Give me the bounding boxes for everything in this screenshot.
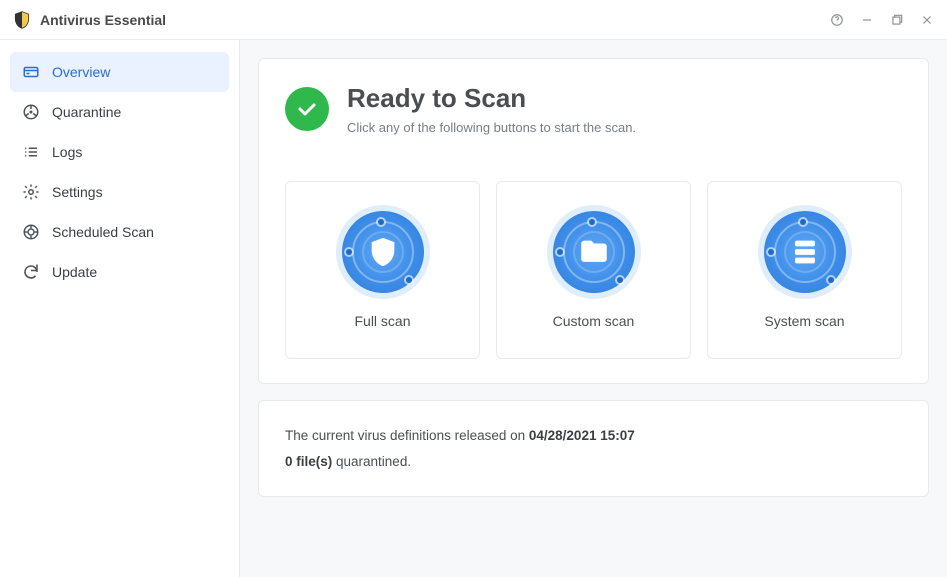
update-icon bbox=[22, 263, 40, 281]
sidebar: Overview Quarantine Logs Settings bbox=[0, 40, 240, 577]
status-check-icon bbox=[285, 87, 329, 131]
sidebar-item-label: Update bbox=[52, 264, 97, 280]
system-scan-button[interactable]: System scan bbox=[707, 181, 902, 359]
app-shield-icon bbox=[12, 10, 32, 30]
sidebar-item-label: Settings bbox=[52, 184, 103, 200]
custom-scan-button[interactable]: Custom scan bbox=[496, 181, 691, 359]
sidebar-item-settings[interactable]: Settings bbox=[10, 172, 229, 212]
quarantine-line: 0 file(s) quarantined. bbox=[285, 449, 902, 475]
overview-icon bbox=[22, 63, 40, 81]
sidebar-item-update[interactable]: Update bbox=[10, 252, 229, 292]
info-card: The current virus definitions released o… bbox=[258, 400, 929, 497]
window-controls bbox=[829, 12, 935, 28]
status-card: Ready to Scan Click any of the following… bbox=[258, 58, 929, 384]
settings-icon bbox=[22, 183, 40, 201]
titlebar: Antivirus Essential bbox=[0, 0, 947, 40]
sidebar-item-label: Scheduled Scan bbox=[52, 224, 154, 240]
sidebar-item-quarantine[interactable]: Quarantine bbox=[10, 92, 229, 132]
scan-label: System scan bbox=[764, 313, 844, 329]
main-content: Ready to Scan Click any of the following… bbox=[240, 40, 947, 577]
app-title: Antivirus Essential bbox=[40, 12, 166, 28]
sidebar-item-scheduled-scan[interactable]: Scheduled Scan bbox=[10, 212, 229, 252]
quarantine-suffix: quarantined. bbox=[332, 454, 411, 469]
folder-icon bbox=[553, 211, 635, 293]
sidebar-item-label: Overview bbox=[52, 64, 110, 80]
scan-options: Full scan Custom scan bbox=[285, 181, 902, 359]
status-title: Ready to Scan bbox=[347, 83, 636, 114]
shield-icon bbox=[342, 211, 424, 293]
scan-label: Full scan bbox=[354, 313, 410, 329]
sidebar-item-overview[interactable]: Overview bbox=[10, 52, 229, 92]
sidebar-item-logs[interactable]: Logs bbox=[10, 132, 229, 172]
close-icon[interactable] bbox=[919, 12, 935, 28]
minimize-icon[interactable] bbox=[859, 12, 875, 28]
app-window: Antivirus Essential Overview bbox=[0, 0, 947, 577]
help-icon[interactable] bbox=[829, 12, 845, 28]
sidebar-item-label: Quarantine bbox=[52, 104, 121, 120]
quarantine-count: 0 file(s) bbox=[285, 454, 332, 469]
full-scan-button[interactable]: Full scan bbox=[285, 181, 480, 359]
scan-label: Custom scan bbox=[553, 313, 635, 329]
definitions-line: The current virus definitions released o… bbox=[285, 423, 902, 449]
status-subtitle: Click any of the following buttons to st… bbox=[347, 120, 636, 135]
sidebar-item-label: Logs bbox=[52, 144, 82, 160]
definitions-date: 04/28/2021 15:07 bbox=[529, 428, 635, 443]
scheduled-icon bbox=[22, 223, 40, 241]
quarantine-icon bbox=[22, 103, 40, 121]
definitions-prefix: The current virus definitions released o… bbox=[285, 428, 529, 443]
logs-icon bbox=[22, 143, 40, 161]
restore-icon[interactable] bbox=[889, 12, 905, 28]
server-icon bbox=[764, 211, 846, 293]
